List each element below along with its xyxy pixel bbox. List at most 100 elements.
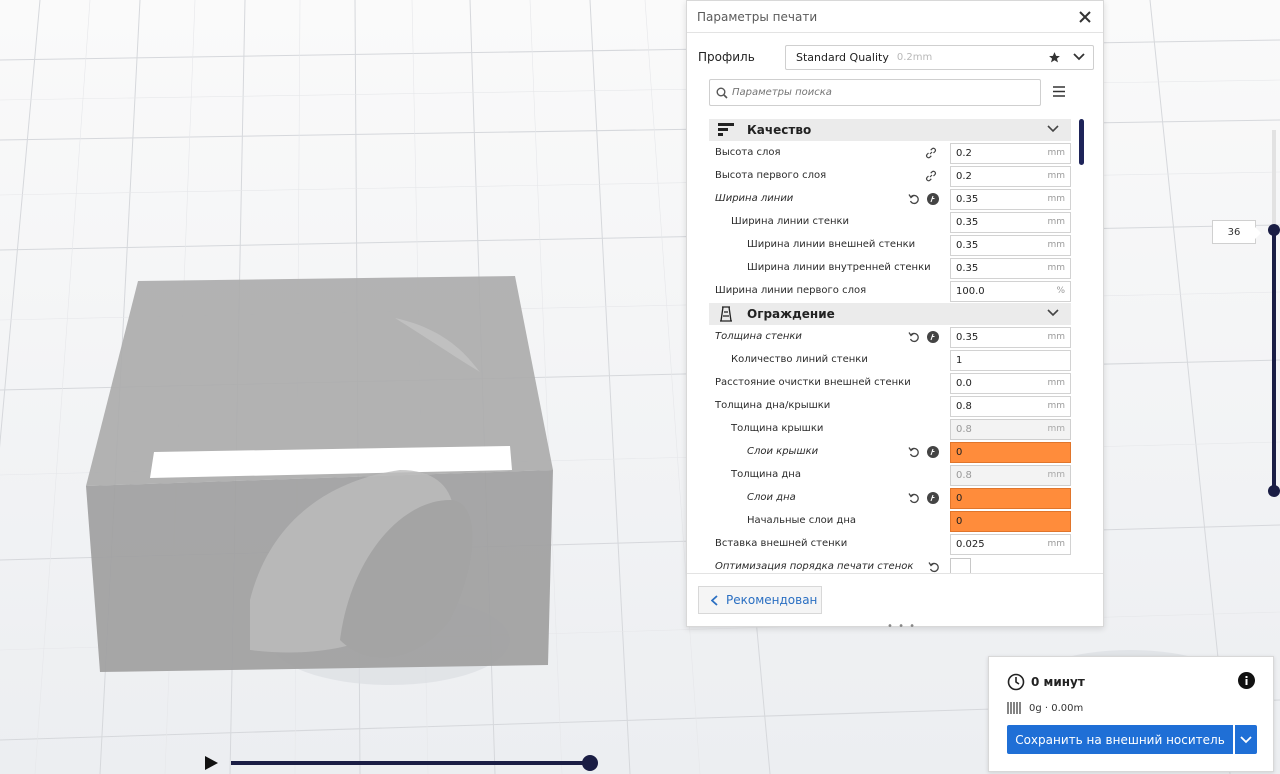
setting-input[interactable]: 0.8 mm: [950, 396, 1071, 417]
setting-row: Ширина линии внешней стенки 0.35 mm: [709, 234, 1071, 257]
material-value: 0g · 0.00m: [1029, 702, 1084, 714]
layer-number-box[interactable]: 36: [1212, 220, 1261, 244]
save-to-removable-button[interactable]: Сохранить на внешний носитель: [1007, 725, 1233, 754]
formula-icon[interactable]: [927, 193, 939, 205]
chevron-down-icon: [1047, 308, 1059, 321]
setting-input[interactable]: 0: [950, 511, 1071, 532]
clock-icon: [1007, 673, 1025, 691]
setting-label: Толщина крышки: [731, 423, 824, 434]
setting-input[interactable]: 0.35 mm: [950, 189, 1071, 210]
setting-checkbox[interactable]: [950, 558, 971, 574]
search-input[interactable]: [732, 87, 1032, 98]
save-options-dropdown[interactable]: [1235, 725, 1257, 754]
close-button[interactable]: [1077, 9, 1093, 25]
setting-row: Толщина стенки 0.35 mm: [709, 326, 1071, 349]
layer-slider[interactable]: [1268, 130, 1280, 500]
layer-track: [1272, 230, 1276, 492]
output-panel: 0 минут 0g · 0.00m Сохранить на внешний …: [988, 656, 1274, 772]
setting-input[interactable]: 0.2 mm: [950, 166, 1071, 187]
reset-icon[interactable]: [928, 561, 940, 573]
setting-value: 0: [956, 516, 963, 527]
chevron-left-icon: [711, 594, 718, 606]
setting-unit: mm: [1047, 263, 1065, 273]
setting-row: Ширина линии первого слоя 100.0%: [709, 280, 1071, 303]
setting-label: Толщина дна: [731, 469, 801, 480]
quality-rows: Высота слоя 0.2 mm Высота первого слоя 0.2 mm…: [709, 142, 1071, 303]
setting-input[interactable]: 0.025 mm: [950, 534, 1071, 555]
setting-value: 0.35: [956, 332, 979, 343]
profile-select[interactable]: Standard Quality 0.2mm: [785, 45, 1094, 70]
setting-value: 0.35: [956, 263, 979, 274]
setting-row: Количество линий стенки 1: [709, 349, 1071, 372]
play-icon[interactable]: [203, 755, 219, 774]
setting-value: 0.8: [956, 424, 972, 435]
setting-row: Вставка внешней стенки 0.025 mm: [709, 533, 1071, 556]
setting-label: Ширина линии стенки: [731, 216, 850, 227]
profile-layer-height: 0.2mm: [896, 52, 933, 63]
setting-input[interactable]: 0: [950, 442, 1071, 463]
search-box[interactable]: [709, 79, 1041, 106]
chevron-down-icon: [1240, 736, 1252, 744]
setting-row: Расстояние очистки внешней стенки 0.0 mm: [709, 372, 1071, 395]
setting-row: Ширина линии стенки 0.35 mm: [709, 211, 1071, 234]
setting-row: Толщина дна/крышки 0.8 mm: [709, 395, 1071, 418]
setting-value: 1: [956, 355, 963, 366]
setting-value: 0: [956, 493, 963, 504]
setting-input[interactable]: 0.0 mm: [950, 373, 1071, 394]
setting-unit: mm: [1047, 240, 1065, 250]
setting-value: 0.35: [956, 194, 979, 205]
chevron-down-icon[interactable]: [1073, 52, 1085, 65]
setting-value: 0.35: [956, 217, 979, 228]
profile-row: Профиль Standard Quality 0.2mm: [687, 45, 1103, 71]
setting-input[interactable]: 1: [950, 350, 1071, 371]
setting-unit: mm: [1047, 217, 1065, 227]
filament-icon: [1007, 702, 1021, 714]
favorite-star-icon[interactable]: [1048, 51, 1061, 67]
settings-list[interactable]: Качество Высота слоя 0.2 mm Высота первого …: [709, 119, 1071, 574]
link-icon: [925, 147, 937, 159]
setting-unit: mm: [1047, 194, 1065, 204]
simulation-handle[interactable]: [582, 755, 598, 771]
search-icon: [716, 87, 728, 99]
simulation-track[interactable]: [231, 761, 591, 765]
setting-label: Высота слоя: [715, 147, 781, 158]
layer-number: 36: [1227, 226, 1241, 238]
recommended-button[interactable]: Рекомендован: [698, 586, 822, 614]
formula-icon[interactable]: [927, 492, 939, 504]
setting-label: Оптимизация порядка печати стенок: [715, 561, 914, 572]
setting-label: Ширина линии внешней стенки: [747, 239, 916, 250]
setting-row: Ширина линии 0.35 mm: [709, 188, 1071, 211]
setting-input[interactable]: 0: [950, 488, 1071, 509]
setting-unit: mm: [1047, 539, 1065, 549]
material-usage: 0g · 0.00m: [1007, 701, 1083, 715]
settings-scrollbar[interactable]: [1079, 119, 1084, 165]
setting-unit: mm: [1047, 332, 1065, 342]
setting-value: 100.0: [956, 286, 985, 297]
layer-handle-top[interactable]: [1268, 224, 1280, 236]
setting-input[interactable]: 0.2 mm: [950, 143, 1071, 164]
panel-footer: Рекомендован: [687, 573, 1103, 627]
setting-unit: mm: [1047, 470, 1065, 480]
setting-row: Высота первого слоя 0.2 mm: [709, 165, 1071, 188]
category-label: Качество: [747, 123, 812, 137]
formula-icon[interactable]: [927, 446, 939, 458]
reset-icon[interactable]: [908, 492, 920, 504]
setting-label: Ширина линии первого слоя: [715, 285, 867, 296]
reset-icon[interactable]: [908, 331, 920, 343]
setting-input[interactable]: 0.35 mm: [950, 258, 1071, 279]
settings-menu-icon[interactable]: [1053, 86, 1065, 100]
panel-resize-handle[interactable]: • • •: [887, 621, 916, 632]
layer-handle-bottom[interactable]: [1268, 485, 1280, 497]
setting-input[interactable]: 0.35 mm: [950, 327, 1071, 348]
category-quality[interactable]: Качество: [709, 119, 1071, 141]
reset-icon[interactable]: [908, 446, 920, 458]
setting-label: Расстояние очистки внешней стенки: [715, 377, 911, 388]
setting-input[interactable]: 100.0%: [950, 281, 1071, 302]
setting-label: Ширина линии: [715, 193, 794, 204]
setting-input[interactable]: 0.35 mm: [950, 235, 1071, 256]
setting-input[interactable]: 0.35 mm: [950, 212, 1071, 233]
reset-icon[interactable]: [908, 193, 920, 205]
formula-icon[interactable]: [927, 331, 939, 343]
info-icon[interactable]: [1238, 672, 1255, 692]
category-walls[interactable]: Ограждение: [709, 303, 1071, 325]
